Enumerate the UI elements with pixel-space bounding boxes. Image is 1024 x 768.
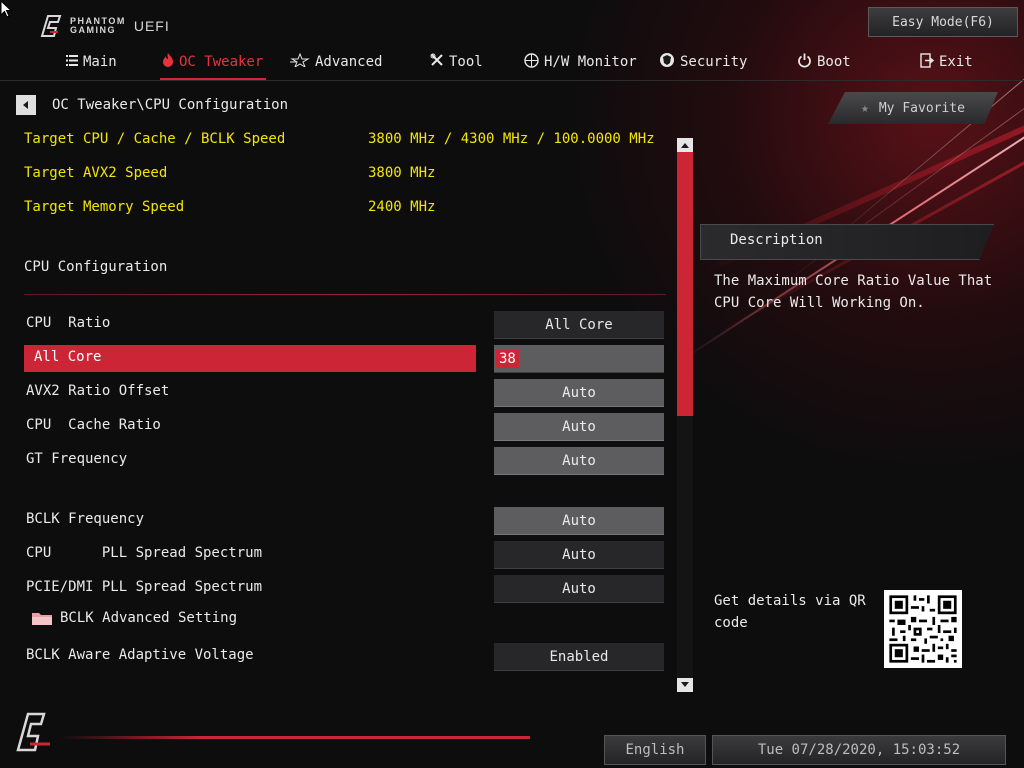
setting-label: GT Frequency <box>26 451 128 467</box>
section-title: CPU Configuration <box>24 259 168 275</box>
setting-label: AVX2 Ratio Offset <box>26 383 170 399</box>
folder-icon <box>32 613 52 625</box>
tab-hw-monitor[interactable]: H/W Monitor <box>524 46 637 78</box>
setting-label: BCLK Frequency <box>26 511 145 527</box>
input-value: 38 <box>496 349 519 368</box>
setting-value-button[interactable]: Auto <box>494 575 664 603</box>
target-avx2-row: Target AVX2 Speed 3800 MHz <box>24 165 435 187</box>
target-label: Target AVX2 Speed <box>24 165 168 181</box>
star-icon <box>290 52 310 71</box>
tab-main-label: Main <box>83 54 117 70</box>
bclk-advanced-setting-folder[interactable]: BCLK Advanced Setting <box>32 610 237 626</box>
setting-value-button[interactable]: All Core <box>494 311 664 339</box>
tab-advanced[interactable]: Advanced <box>290 46 382 78</box>
system-datetime[interactable]: Tue 07/28/2020, 15:03:52 <box>712 735 1006 765</box>
target-label: Target CPU / Cache / BCLK Speed <box>24 131 286 147</box>
exit-icon <box>920 52 935 72</box>
tab-tool[interactable]: Tool <box>430 46 483 78</box>
scrollbar-thumb[interactable] <box>677 152 693 416</box>
tab-boot-label: Boot <box>817 54 851 70</box>
tab-security-label: Security <box>680 54 748 70</box>
footer-accent-line <box>60 736 530 739</box>
setting-label: CPU Cache Ratio <box>26 417 161 433</box>
tab-main[interactable]: Main <box>66 46 117 78</box>
shield-icon <box>659 52 675 72</box>
tab-tool-label: Tool <box>449 54 483 70</box>
wrench-icon <box>430 53 444 71</box>
setting-row-all-core[interactable]: All Core 38 <box>24 345 666 373</box>
back-arrow-icon <box>23 101 28 109</box>
gauge-icon <box>524 52 539 72</box>
description-text: The Maximum Core Ratio Value That CPU Co… <box>714 273 993 311</box>
target-value: 3800 MHz <box>368 165 436 181</box>
setting-value-button[interactable]: Auto <box>494 447 664 475</box>
all-core-ratio-input[interactable]: 38 <box>494 345 664 373</box>
setting-label: CPU PLL Spread Spectrum <box>26 545 263 561</box>
brand-line-2: GAMING <box>70 25 116 35</box>
target-value: 3800 MHz / 4300 MHz / 100.0000 MHz <box>368 131 655 147</box>
top-nav: Main OC Tweaker Advanced Tool H/W Monito… <box>0 46 1024 80</box>
setting-value-button[interactable]: Auto <box>494 507 664 535</box>
qr-caption: Get details via QR code <box>714 593 866 631</box>
flame-icon <box>162 53 174 71</box>
setting-row-gt-frequency[interactable]: GT Frequency Auto <box>24 447 666 475</box>
setting-row-avx2-ratio-offset[interactable]: AVX2 Ratio Offset Auto <box>24 379 666 407</box>
tab-exit[interactable]: Exit <box>920 46 973 78</box>
asrock-logo-icon <box>16 712 50 752</box>
setting-label: BCLK Aware Adaptive Voltage <box>26 647 254 663</box>
brand-logo-area: PHANTOM GAMING UEFI <box>38 12 170 40</box>
my-favorite-label: My Favorite <box>878 100 965 116</box>
tab-oc-tweaker[interactable]: OC Tweaker <box>162 46 263 78</box>
setting-label: PCIE/DMI PLL Spread Spectrum <box>26 579 263 595</box>
tab-boot[interactable]: Boot <box>797 46 851 78</box>
my-favorite-button[interactable]: ★ My Favorite <box>822 88 1008 128</box>
target-value: 2400 MHz <box>368 199 436 215</box>
brand-uefi: UEFI <box>133 18 170 34</box>
breadcrumb: OC Tweaker\CPU Configuration <box>16 95 288 115</box>
star-icon: ★ <box>861 100 869 116</box>
phantom-gaming-logo-icon <box>40 15 62 37</box>
tab-security[interactable]: Security <box>659 46 747 78</box>
mouse-cursor-icon <box>0 0 12 18</box>
scroll-down-button[interactable] <box>677 678 693 692</box>
nav-divider <box>0 80 1024 81</box>
tab-oc-tweaker-label: OC Tweaker <box>179 54 264 70</box>
setting-label: CPU Ratio <box>26 315 111 331</box>
tab-exit-label: Exit <box>939 54 973 70</box>
breadcrumb-path: OC Tweaker\CPU Configuration <box>52 97 289 113</box>
tab-advanced-label: Advanced <box>315 54 383 70</box>
list-icon <box>66 54 78 70</box>
section-divider <box>24 294 666 295</box>
folder-label: BCLK Advanced Setting <box>60 610 238 626</box>
setting-label: All Core <box>34 349 102 365</box>
language-button[interactable]: English <box>604 735 706 765</box>
description-header: Description <box>700 214 1004 262</box>
setting-row-cpu-ratio[interactable]: CPU Ratio All Core <box>24 311 666 339</box>
chevron-up-icon <box>681 143 689 148</box>
target-memory-row: Target Memory Speed 2400 MHz <box>24 199 435 221</box>
tab-hw-monitor-label: H/W Monitor <box>544 54 637 70</box>
target-label: Target Memory Speed <box>24 199 185 215</box>
setting-value-button[interactable]: Enabled <box>494 643 664 671</box>
power-icon <box>797 53 812 72</box>
description-title: Description <box>730 232 823 248</box>
back-button[interactable] <box>16 95 36 115</box>
setting-row-cpu-pll-spread-spectrum[interactable]: CPU PLL Spread Spectrum Auto <box>24 541 666 569</box>
target-cpu-row: Target CPU / Cache / BCLK Speed 3800 MHz… <box>24 131 655 153</box>
setting-value-button[interactable]: Auto <box>494 413 664 441</box>
setting-row-pcie-dmi-pll-spread-spectrum[interactable]: PCIE/DMI PLL Spread Spectrum Auto <box>24 575 666 603</box>
setting-value-button[interactable]: Auto <box>494 541 664 569</box>
scroll-up-button[interactable] <box>677 138 693 152</box>
setting-row-bclk-frequency[interactable]: BCLK Frequency Auto <box>24 507 666 535</box>
setting-row-cpu-cache-ratio[interactable]: CPU Cache Ratio Auto <box>24 413 666 441</box>
qr-code-icon <box>884 590 962 668</box>
setting-row-bclk-aware-adaptive-voltage[interactable]: BCLK Aware Adaptive Voltage Enabled <box>24 643 666 671</box>
setting-value-button[interactable]: Auto <box>494 379 664 407</box>
easy-mode-button[interactable]: Easy Mode(F6) <box>868 7 1018 37</box>
chevron-down-icon <box>681 682 689 687</box>
